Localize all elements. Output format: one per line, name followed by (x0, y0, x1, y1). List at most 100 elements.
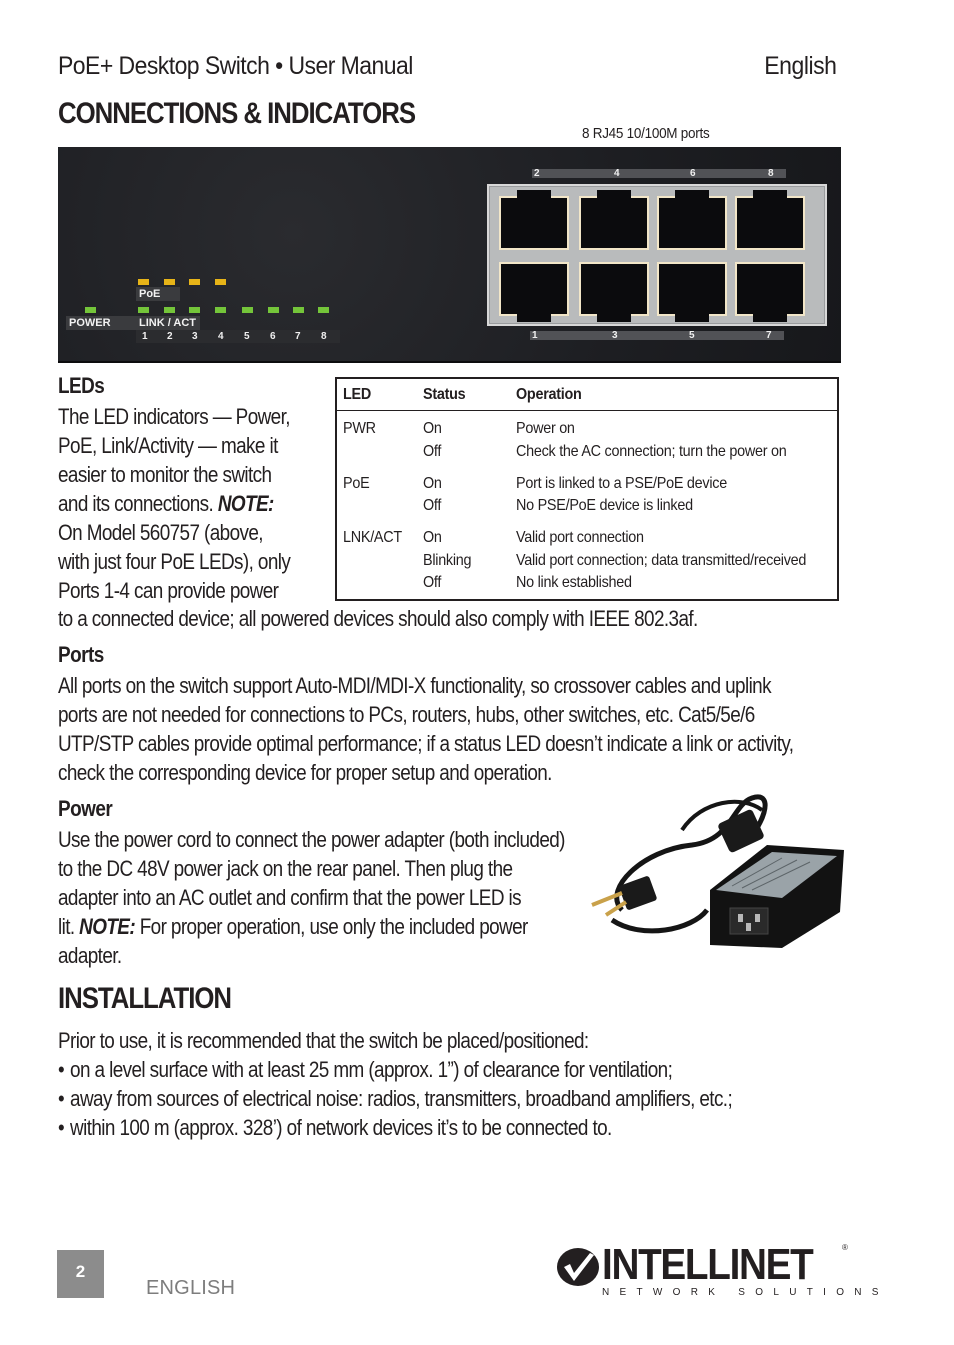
text-segment: For proper operation, use only the inclu… (135, 914, 529, 939)
port-number: 7 (766, 330, 772, 341)
header-language: English (763, 52, 837, 80)
rj45-port-block (487, 184, 827, 326)
rj45-port-8 (735, 190, 805, 250)
rj45-port-7 (735, 262, 805, 322)
ports-paragraph: All ports on the switch support Auto-MDI… (58, 671, 794, 787)
text-line: check the corresponding device for prope… (58, 760, 552, 785)
list-item: • on a level surface with at least 25 mm … (58, 1055, 732, 1084)
table-cell-operation: Power on (516, 420, 575, 437)
power-adapter-image (591, 794, 844, 948)
table-cell-status: Off (423, 497, 442, 514)
link-led-7 (293, 307, 304, 313)
power-heading: Power (58, 796, 113, 821)
registered-mark: ® (842, 1243, 848, 1252)
text-line: lit. NOTE: For proper operation, use onl… (58, 912, 565, 941)
top-port-number-strip (532, 169, 786, 178)
list-item: • within 100 m (approx. 328’) of network … (58, 1113, 732, 1142)
list-item-text: away from sources of electrical noise: r… (70, 1086, 733, 1111)
port-number: 5 (689, 330, 695, 341)
table-cell-status: On (423, 529, 442, 546)
poe-led-3 (189, 279, 200, 285)
port-number: 1 (532, 330, 538, 341)
text-line: adapter into an AC outlet and confirm th… (58, 885, 522, 910)
poe-led-4 (215, 279, 226, 285)
poe-led-2 (164, 279, 175, 285)
table-cell-status: On (423, 420, 442, 437)
ports-caption: 8 RJ45 10/100M ports (582, 125, 710, 142)
port-number: 3 (612, 330, 618, 341)
manual-title: PoE+ Desktop Switch • User Manual (58, 52, 413, 80)
text-line: easier to monitor the switch (58, 462, 272, 487)
list-item-text: within 100 m (approx. 328’) of network d… (70, 1115, 612, 1140)
table-cell-operation: Valid port connection; data transmitted/… (516, 552, 807, 569)
note-label: NOTE: (217, 491, 274, 516)
table-cell-operation: Check the AC connection; turn the power … (516, 443, 787, 460)
led-number: 3 (192, 331, 198, 342)
text-line: adapter. (58, 943, 122, 968)
rj45-port-2 (499, 190, 569, 250)
poe-led-1 (138, 279, 149, 285)
table-cell-status: Off (423, 574, 442, 591)
leds-paragraph: The LED indicators — Power, PoE, Link/Ac… (58, 402, 316, 605)
led-number: 6 (270, 331, 276, 342)
led-status-table: LED Status Operation PWR On Off Power on… (335, 377, 839, 601)
link-led-8 (318, 307, 329, 313)
installation-paragraph: Prior to use, it is recommended that the… (58, 1026, 733, 1142)
rj45-port-5 (657, 262, 727, 322)
column-header-operation: Operation (516, 386, 582, 403)
table-cell-status: Blinking (423, 552, 472, 569)
text-line: ports are not needed for connections to … (58, 702, 755, 727)
table-cell-led: PoE (343, 475, 370, 492)
bullet-icon: • (58, 1086, 65, 1111)
checkmark-logo-icon (557, 1248, 599, 1286)
text-segment: lit. (58, 914, 80, 939)
intellinet-logo: INTELLINET ® NETWORK SOLUTIONS (556, 1240, 878, 1303)
table-cell-operation: No link established (516, 574, 632, 591)
rj45-port-4 (579, 190, 649, 250)
led-number: 8 (321, 331, 327, 342)
bullet-icon: • (58, 1057, 65, 1082)
table-cell-operation: Port is linked to a PSE/PoE device (516, 475, 727, 492)
power-paragraph: Use the power cord to connect the power … (58, 825, 565, 970)
footer-language: ENGLISH (146, 1277, 236, 1299)
text-line: UTP/STP cables provide optimal performan… (58, 731, 794, 756)
text-line: Ports 1-4 can provide power (58, 578, 279, 603)
text-line: The LED indicators — Power, (58, 404, 291, 429)
text-segment: and its connections. (58, 491, 218, 516)
leds-heading: LEDs (58, 373, 105, 398)
column-header-status: Status (423, 386, 466, 403)
text-line: Use the power cord to connect the power … (58, 827, 565, 852)
link-led-5 (242, 307, 253, 313)
link-led-3 (189, 307, 200, 313)
led-number: 1 (142, 331, 148, 342)
led-number: 7 (295, 331, 301, 342)
text-line: On Model 560757 (above, (58, 520, 264, 545)
power-led (85, 307, 96, 313)
text-line: with just four PoE LEDs), only (58, 549, 291, 574)
table-cell-led: PWR (343, 420, 376, 437)
port-number: 6 (690, 168, 696, 179)
table-cell-led: LNK/ACT (343, 529, 402, 546)
link-led-4 (215, 307, 226, 313)
ports-heading: Ports (58, 642, 104, 667)
brand-tagline: NETWORK SOLUTIONS (602, 1287, 889, 1298)
text-line: and its connections. NOTE: (58, 489, 316, 518)
bullet-icon: • (58, 1115, 65, 1140)
text-line: All ports on the switch support Auto-MDI… (58, 673, 772, 698)
section-heading-connections: CONNECTIONS & INDICATORS (58, 97, 416, 130)
port-number: 4 (614, 168, 620, 179)
brand-name: INTELLINET (602, 1240, 814, 1289)
page-number: 2 (57, 1250, 104, 1298)
rj45-port-1 (499, 262, 569, 322)
list-item-text: on a level surface with at least 25 mm (… (70, 1057, 673, 1082)
column-header-led: LED (343, 386, 371, 403)
list-item: • away from sources of electrical noise: … (58, 1084, 733, 1113)
table-cell-operation: No PSE/PoE device is linked (516, 497, 693, 514)
led-number: 2 (167, 331, 173, 342)
port-number: 8 (768, 168, 774, 179)
switch-front-panel-image: PoE POWER LINK / ACT 1 2 3 4 5 6 7 8 2 4… (58, 147, 841, 363)
bottom-port-number-strip (530, 331, 784, 340)
table-cell-status: On (423, 475, 442, 492)
note-label: NOTE: (79, 914, 136, 939)
table-cell-operation: Valid port connection (516, 529, 644, 546)
